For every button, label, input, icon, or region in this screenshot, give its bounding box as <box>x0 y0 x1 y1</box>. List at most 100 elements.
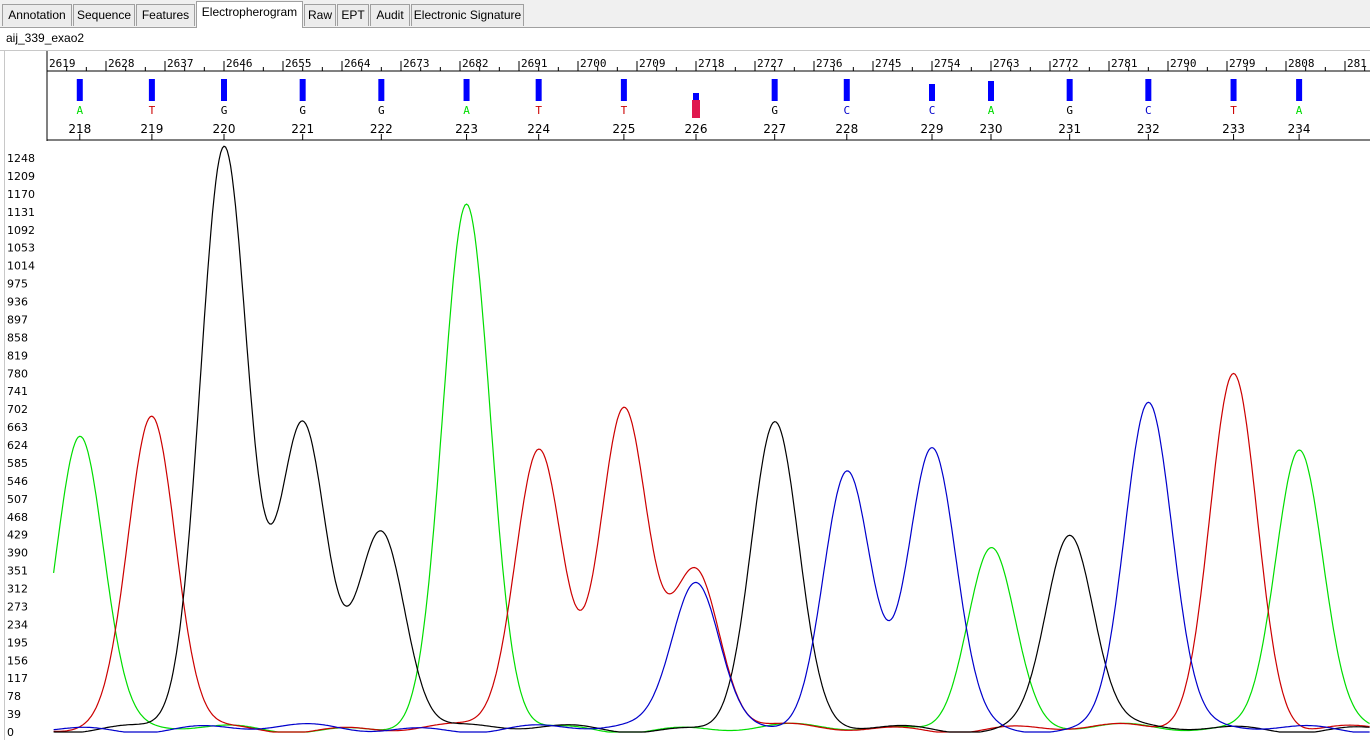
position-label: 225 <box>612 122 635 136</box>
y-tick-label: 195 <box>7 636 28 649</box>
tab-bar: Annotation Sequence Features Electropher… <box>0 0 1370 28</box>
tab-annotation[interactable]: Annotation <box>2 4 72 26</box>
quality-bar <box>76 79 83 101</box>
y-tick-label: 507 <box>7 493 28 506</box>
trace-A <box>53 203 1370 733</box>
y-tick-label: 897 <box>7 313 28 326</box>
base-call-letter: C <box>1145 104 1152 117</box>
quality-bar <box>221 79 227 101</box>
position-label: 221 <box>291 122 314 136</box>
trace-T <box>53 372 1370 733</box>
base-call-letter: G <box>1066 104 1073 117</box>
quality-bar <box>693 93 699 101</box>
position-label: 229 <box>921 122 944 136</box>
y-tick-label: 0 <box>7 726 14 739</box>
position-label: 228 <box>835 122 858 136</box>
base-call-letter: T <box>1230 104 1237 117</box>
tab-features[interactable]: Features <box>136 4 195 26</box>
y-tick-label: 624 <box>7 439 28 452</box>
base-call-letter: T <box>693 104 700 117</box>
position-label: 233 <box>1222 122 1245 136</box>
scan-tick-label: 2664 <box>344 57 371 70</box>
base-call-letter: G <box>221 104 228 117</box>
y-tick-label: 936 <box>7 296 28 309</box>
scan-tick-label: 2745 <box>875 57 902 70</box>
base-call-track: A 218 T 219 G 220 G 221 G 222 A 223 T 224 T 225 T 226 G 227… <box>47 79 1370 141</box>
base-call-letter: A <box>988 104 995 117</box>
y-tick-label: 858 <box>7 331 28 344</box>
scan-tick-label: 281 <box>1347 57 1367 70</box>
scan-tick-label: 2673 <box>403 57 430 70</box>
position-label: 234 <box>1288 122 1311 136</box>
base-call-letter: T <box>149 104 156 117</box>
trace-G <box>53 145 1370 733</box>
y-tick-label: 351 <box>7 565 28 578</box>
y-tick-label: 1209 <box>7 170 35 183</box>
quality-bar <box>1230 79 1237 101</box>
y-tick-label: 975 <box>7 278 28 291</box>
quality-bar <box>378 79 385 101</box>
scan-ruler: 2619 2628 2637 2646 2655 2664 2673 2682 2691 2700… <box>46 51 1370 141</box>
scan-tick-label: 2808 <box>1288 57 1315 70</box>
position-label: 227 <box>763 122 786 136</box>
scan-tick-label: 2700 <box>580 57 607 70</box>
y-tick-label: 273 <box>7 600 28 613</box>
quality-bar <box>620 79 627 101</box>
y-tick-label: 819 <box>7 349 28 362</box>
quality-bar <box>843 79 850 101</box>
base-call-letter: C <box>929 104 936 117</box>
position-label: 232 <box>1137 122 1160 136</box>
y-tick-label: 78 <box>7 690 21 703</box>
scan-tick-label: 2790 <box>1170 57 1197 70</box>
y-tick-label: 117 <box>7 672 28 685</box>
scan-tick-label: 2628 <box>108 57 135 70</box>
tab-electropherogram[interactable]: Electropherogram <box>196 1 303 28</box>
base-call-letter: A <box>463 104 470 117</box>
electropherogram-pane[interactable]: 2619 2628 2637 2646 2655 2664 2673 2682 2691 2700… <box>4 51 1370 740</box>
y-tick-label: 585 <box>7 457 28 470</box>
electropherogram-chart[interactable]: 2619 2628 2637 2646 2655 2664 2673 2682 2691 2700… <box>5 51 1370 740</box>
tab-electronic-signature[interactable]: Electronic Signature <box>411 4 524 26</box>
y-tick-label: 390 <box>7 547 28 560</box>
scan-tick-label: 2799 <box>1229 57 1256 70</box>
position-label: 224 <box>527 122 550 136</box>
scan-tick-label: 2763 <box>993 57 1020 70</box>
trace-area <box>53 145 1370 733</box>
y-tick-label: 312 <box>7 583 28 596</box>
y-tick-label: 741 <box>7 385 28 398</box>
quality-bar <box>463 79 470 101</box>
y-tick-label: 546 <box>7 475 28 488</box>
y-tick-label: 1053 <box>7 242 35 255</box>
y-tick-label: 429 <box>7 529 28 542</box>
trace-C <box>53 401 1370 733</box>
base-call-letter: A <box>76 104 83 117</box>
tab-sequence[interactable]: Sequence <box>73 4 135 26</box>
scan-tick-label: 2718 <box>698 57 725 70</box>
tab-audit[interactable]: Audit <box>370 4 410 26</box>
y-tick-label: 1092 <box>7 224 35 237</box>
position-label: 222 <box>370 122 393 136</box>
quality-bar <box>988 81 994 101</box>
position-label: 223 <box>455 122 478 136</box>
base-call-letter: T <box>621 104 628 117</box>
scan-tick-label: 2736 <box>816 57 843 70</box>
quality-bar <box>1145 79 1152 101</box>
y-tick-label: 780 <box>7 367 28 380</box>
scan-tick-label: 2637 <box>167 57 194 70</box>
position-label: 219 <box>140 122 163 136</box>
quality-bar <box>148 79 155 101</box>
scan-tick-label: 2619 <box>49 57 76 70</box>
scan-tick-label: 2754 <box>934 57 961 70</box>
y-tick-label: 39 <box>7 708 21 721</box>
scan-tick-label: 2709 <box>639 57 666 70</box>
y-tick-label: 663 <box>7 421 28 434</box>
tab-raw[interactable]: Raw <box>304 4 336 26</box>
tab-ept[interactable]: EPT <box>337 4 369 26</box>
scan-tick-label: 2655 <box>285 57 312 70</box>
y-tick-label: 1170 <box>7 188 35 201</box>
position-label: 230 <box>980 122 1003 136</box>
y-tick-label: 156 <box>7 654 28 667</box>
base-call-letter: T <box>535 104 542 117</box>
y-tick-label: 234 <box>7 618 28 631</box>
scan-tick-label: 2646 <box>226 57 253 70</box>
